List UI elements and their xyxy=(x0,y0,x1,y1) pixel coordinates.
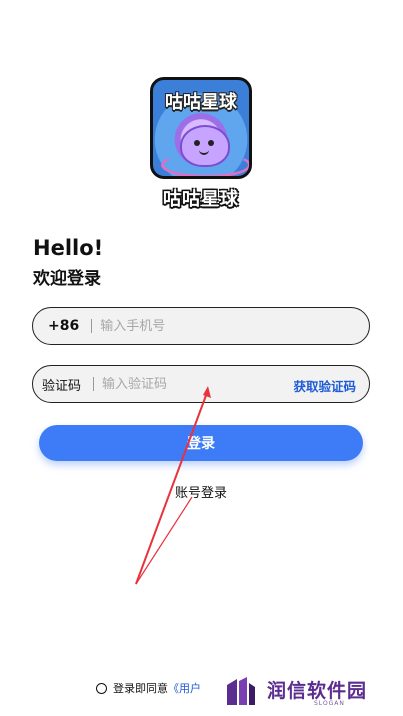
field-divider xyxy=(93,377,95,391)
code-input[interactable] xyxy=(102,376,253,392)
watermark-logo-icon xyxy=(227,677,255,705)
code-label: 验证码 xyxy=(42,378,82,394)
logo-title: 咕咕星球 xyxy=(165,92,237,113)
agree-radio[interactable] xyxy=(96,682,107,694)
mascot-eye xyxy=(194,140,200,146)
app-logo: 咕咕星球 xyxy=(150,77,252,179)
watermark-text: 润信软件园 xyxy=(267,680,368,702)
agreement-row: 登录即同意 《用户 xyxy=(96,680,201,696)
user-agreement-link[interactable]: 《用户 xyxy=(168,680,201,696)
hello-heading: Hello! xyxy=(33,236,104,260)
mascot-mouth xyxy=(199,148,209,155)
brand-name: 咕咕星球 xyxy=(163,189,239,210)
country-code[interactable]: +86 xyxy=(48,318,79,334)
mascot-icon xyxy=(180,125,230,167)
phone-input[interactable] xyxy=(100,318,251,334)
agree-text: 登录即同意 xyxy=(113,682,168,695)
field-divider xyxy=(91,319,93,333)
account-login-link[interactable]: 账号登录 xyxy=(175,482,227,501)
get-code-button[interactable]: 获取验证码 xyxy=(293,376,356,395)
login-button[interactable]: 登录 xyxy=(39,425,363,461)
phone-field[interactable]: +86 xyxy=(32,307,370,345)
welcome-subtitle: 欢迎登录 xyxy=(33,269,101,289)
watermark-slogan: SLOGAN xyxy=(314,700,345,707)
watermark: 润信软件园 SLOGAN xyxy=(222,672,398,710)
arrow-to-account-login xyxy=(135,496,193,585)
mascot-eye xyxy=(208,140,214,146)
code-field[interactable]: 验证码 获取验证码 xyxy=(32,365,370,403)
